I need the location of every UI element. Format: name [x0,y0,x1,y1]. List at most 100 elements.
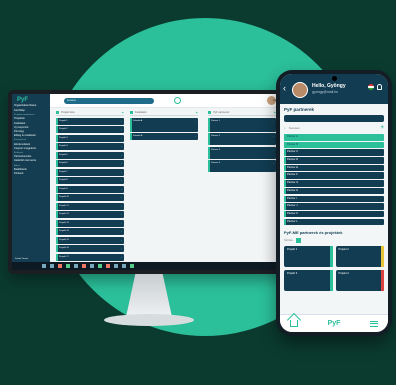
footer-user[interactable]: Szabó Tamás [15,258,28,260]
search-icon[interactable]: ⌕ [284,126,286,130]
chevron-right-icon[interactable]: › [121,126,122,133]
chevron-right-icon[interactable]: › [121,135,122,142]
partner-select[interactable] [284,115,384,122]
project-tile[interactable]: Projekt 2 [335,246,384,268]
list-card[interactable]: Projekt 6 › [56,160,124,167]
list-card[interactable]: Projekt 9 › [56,185,124,193]
list-card[interactable]: Projekt 7 › [56,168,124,176]
filter-icon[interactable] [56,111,59,114]
chevron-right-icon[interactable]: › [273,160,274,167]
list-card[interactable]: Partner 2 › [208,133,276,145]
list-card[interactable]: Projekt 3 › [56,134,124,142]
chevron-right-icon[interactable]: › [195,133,196,140]
list-card[interactable]: Partner 3 › [208,146,276,159]
list-item[interactable]: Partner G [284,180,384,187]
chevron-right-icon[interactable]: › [121,152,122,159]
app-logo[interactable]: PyF [17,97,48,103]
refresh-icon[interactable] [174,97,181,104]
list-card[interactable]: Projekt 15 › [56,236,124,244]
back-icon[interactable]: ‹ [283,83,286,93]
filter-icon[interactable] [295,237,301,243]
chevron-right-icon[interactable]: › [121,254,122,261]
list-item[interactable]: Partner L [284,218,384,226]
list-item[interactable]: Partner J [284,203,384,210]
project-tile[interactable]: Projekt 3 [284,270,333,292]
menu-icon[interactable] [370,320,378,327]
list-card[interactable]: Projekt 16 › [56,245,124,252]
chevron-right-icon[interactable]: › [121,237,122,244]
app-icon[interactable] [90,264,94,268]
list-card[interactable]: Feladat A › [130,117,198,132]
app-icon[interactable] [106,264,110,268]
chevron-right-icon[interactable]: › [273,147,274,154]
app-icon[interactable] [42,264,46,268]
app-icon[interactable] [82,264,86,268]
list-item[interactable]: Partner F [284,172,384,179]
add-icon[interactable]: + [122,110,124,115]
list-item[interactable]: Partner C [284,149,384,156]
list-card[interactable]: Projekt 4 › [56,143,124,150]
chevron-right-icon[interactable]: › [121,160,122,167]
project-tile[interactable]: Projekt 1 [284,246,333,268]
app-icon[interactable] [114,264,118,268]
chevron-right-icon[interactable]: › [121,169,122,176]
chevron-right-icon[interactable]: › [121,118,122,125]
list-card[interactable]: Partner 4 › [208,160,276,172]
sidebar-item[interactable]: Kiírások [14,172,48,176]
filter-icon[interactable] [208,111,211,114]
chevron-right-icon[interactable]: › [121,186,122,193]
flag-icon[interactable] [368,84,374,90]
list-card[interactable]: Projekt 8 › [56,177,124,184]
chevron-right-icon[interactable]: › [121,203,122,210]
chevron-right-icon[interactable]: › [121,177,122,184]
bell-icon[interactable] [377,84,382,90]
avatar[interactable] [292,82,308,98]
list-card[interactable]: Projekt 14 › [56,228,124,235]
chevron-right-icon[interactable]: › [121,194,122,201]
list-item[interactable]: Partner A [284,134,384,141]
app-icon[interactable] [98,264,102,268]
list-item[interactable]: Partner H [284,187,384,195]
chevron-right-icon[interactable]: › [121,228,122,235]
chevron-right-icon[interactable]: › [195,118,196,125]
list-item[interactable]: Partner K [284,210,384,218]
chevron-right-icon[interactable]: › [121,245,122,252]
project-tile[interactable]: Projekt 4 [335,270,384,292]
taskbar-icons [42,264,134,268]
app-icon[interactable] [58,264,62,268]
app-icon[interactable] [122,264,126,268]
filter-icon[interactable] [130,111,133,114]
row-label: Partner K [287,211,298,215]
add-icon[interactable]: + [380,125,384,131]
app-icon[interactable] [50,264,54,268]
chevron-right-icon[interactable]: › [273,118,274,125]
app-icon[interactable] [130,264,134,268]
list-item[interactable]: Partner E [284,164,384,172]
chevron-right-icon[interactable]: › [121,211,122,218]
chevron-right-icon[interactable]: › [273,133,274,140]
chevron-right-icon[interactable]: › [121,143,122,150]
list-item[interactable]: Partner I [284,195,384,202]
add-icon[interactable]: + [196,110,198,115]
list-card[interactable]: Projekt 17 › [56,253,124,261]
list-card[interactable]: Projekt 12 › [56,211,124,218]
list-card[interactable]: Projekt 13 › [56,219,124,227]
list-card[interactable]: Projekt 5 › [56,151,124,159]
row-label: Partner J [287,204,298,208]
list-item[interactable]: Partner B [284,141,384,149]
list-card[interactable]: Feladat B › [130,133,198,140]
list-card[interactable]: Projekt 2 › [56,126,124,133]
search-input[interactable]: Keresés [289,126,300,130]
list-card[interactable]: Projekt 1 › [56,117,124,125]
nav-logo[interactable]: PyF [328,320,341,327]
search-input[interactable]: Keresés [64,98,154,104]
home-icon[interactable] [290,320,298,327]
list-card[interactable]: Projekt 10 › [56,194,124,201]
app-icon[interactable] [66,264,70,268]
card-accent [208,133,210,145]
list-card[interactable]: Partner 1 › [208,117,276,132]
list-item[interactable]: Partner D [284,157,384,164]
chevron-right-icon[interactable]: › [121,220,122,227]
list-card[interactable]: Projekt 11 › [56,202,124,210]
app-icon[interactable] [74,264,78,268]
